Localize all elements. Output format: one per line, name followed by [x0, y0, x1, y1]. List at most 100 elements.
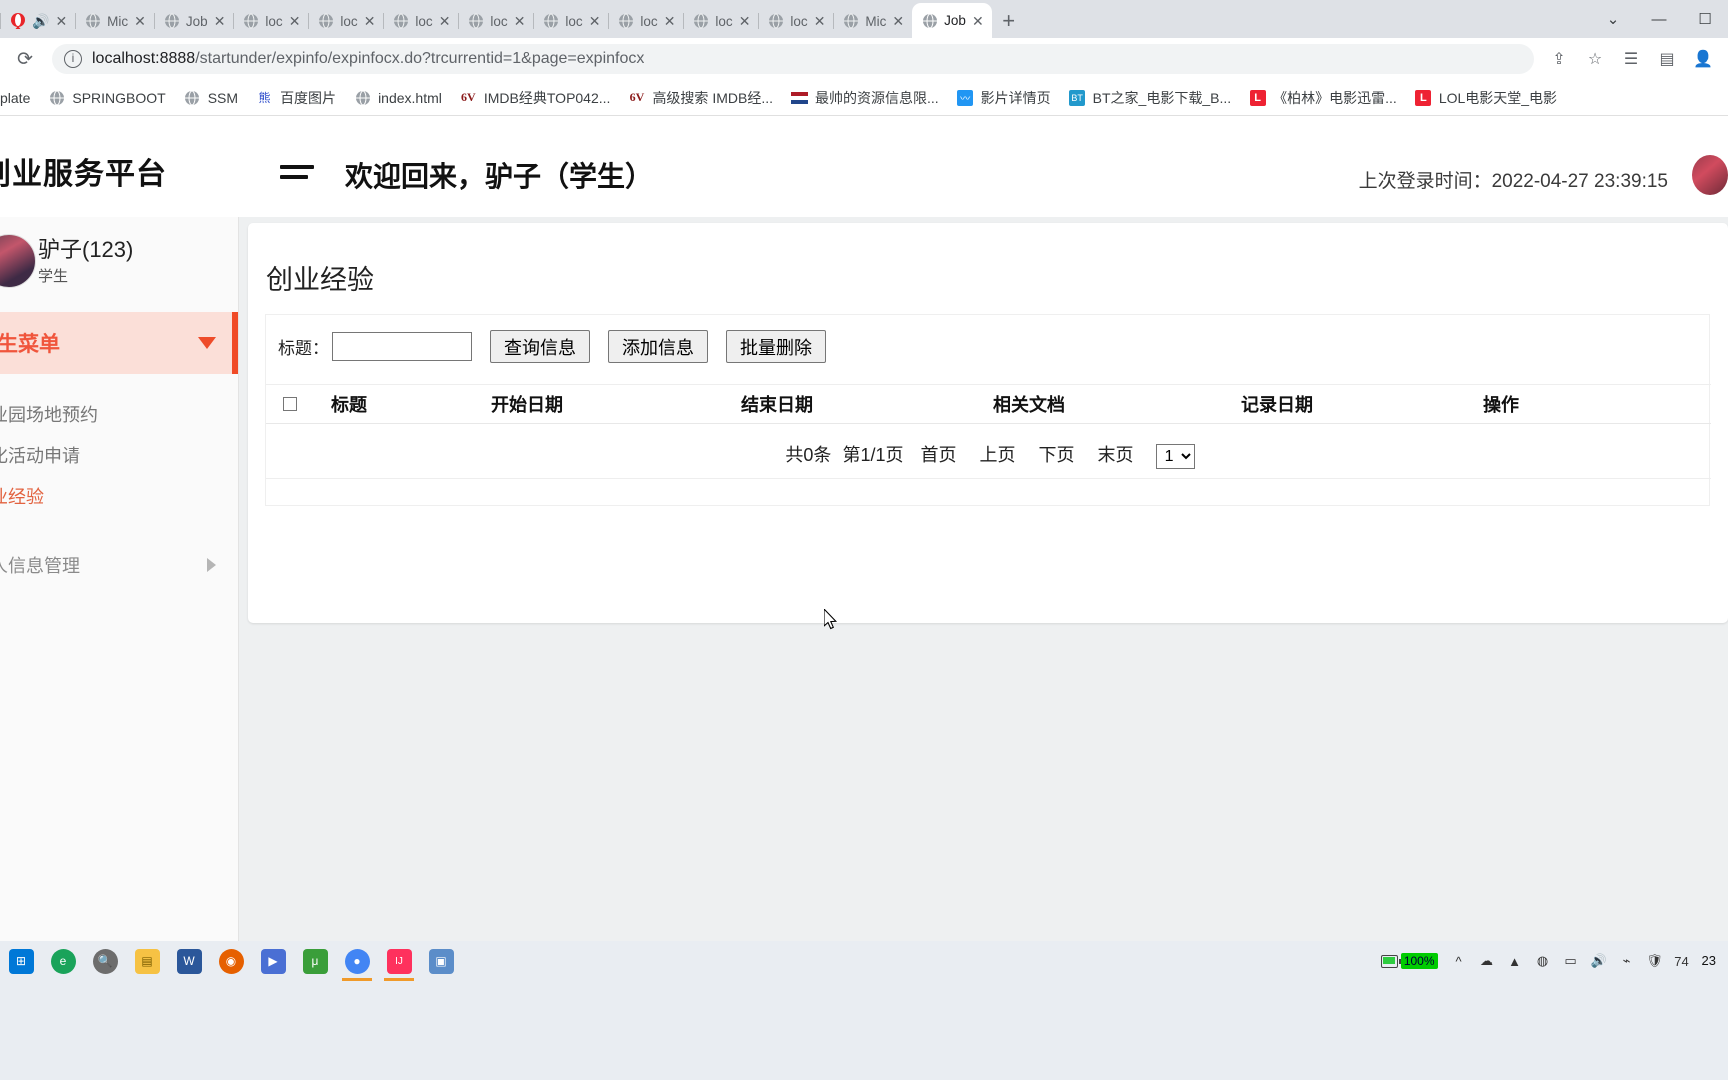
bookmark-springboot[interactable]: SPRINGBOOT — [39, 89, 174, 106]
chevron-down-icon[interactable]: ⌄ — [1590, 10, 1636, 28]
hamburger-menu-icon[interactable] — [280, 165, 314, 185]
batch-delete-button[interactable]: 批量删除 — [726, 330, 826, 363]
add-button[interactable]: 添加信息 — [608, 330, 708, 363]
start-button[interactable]: ⊞ — [0, 941, 42, 981]
share-icon[interactable]: ⇪ — [1542, 49, 1576, 69]
tab-close-icon[interactable]: ✕ — [55, 14, 67, 28]
firefox-icon[interactable]: ◉ — [210, 941, 252, 981]
header-avatar[interactable] — [1692, 155, 1728, 195]
bookmark-baidu-images[interactable]: 熊 百度图片 — [247, 88, 345, 108]
pagination-last[interactable]: 末页 — [1098, 445, 1134, 465]
tab-10[interactable]: loc ✕ — [758, 4, 833, 38]
tab-close-icon[interactable]: ✕ — [439, 14, 451, 28]
tab-12-active[interactable]: Job ✕ — [912, 3, 992, 38]
reload-icon[interactable]: ⟳ — [8, 48, 42, 71]
tab-mute-icon[interactable]: 🔊 — [32, 14, 49, 28]
tab-close-icon[interactable]: ✕ — [289, 14, 301, 28]
tab-8[interactable]: loc ✕ — [608, 4, 683, 38]
tab-label: Job — [185, 13, 208, 29]
word-icon[interactable]: W — [168, 941, 210, 981]
tab-close-icon[interactable]: ✕ — [664, 14, 676, 28]
maximize-button[interactable]: ☐ — [1682, 10, 1728, 28]
tab-close-icon[interactable]: ✕ — [364, 14, 376, 28]
tab-3[interactable]: loc ✕ — [233, 4, 308, 38]
pagination-next[interactable]: 下页 — [1039, 445, 1075, 465]
pagination-first[interactable]: 首页 — [921, 445, 957, 465]
battery-indicator[interactable]: 100% — [1380, 953, 1438, 969]
select-all-checkbox[interactable] — [283, 397, 297, 411]
tab-close-icon[interactable]: ✕ — [814, 14, 826, 28]
column-header-document[interactable]: 相关文档 — [980, 384, 1228, 424]
query-button[interactable]: 查询信息 — [490, 330, 590, 363]
bookmark-lol-movie-heaven[interactable]: L LOL电影天堂_电影 — [1406, 88, 1566, 108]
bookmark-ssm[interactable]: SSM — [175, 89, 247, 106]
tab-1[interactable]: Mic ✕ — [75, 4, 154, 38]
bookmark-bt-home[interactable]: BT BT之家_电影下载_B... — [1060, 88, 1240, 108]
tab-9[interactable]: loc ✕ — [683, 4, 758, 38]
media-player-icon[interactable]: ▶ — [252, 941, 294, 981]
minimize-button[interactable]: — — [1636, 11, 1682, 28]
column-header-action[interactable]: 操作 — [1470, 384, 1670, 424]
tab-7[interactable]: loc ✕ — [533, 4, 608, 38]
screen-icon[interactable]: ▭ — [1558, 953, 1584, 969]
bookmark-resource-info[interactable]: 最帅的资源信息限... — [782, 88, 948, 108]
page-size-select[interactable]: 1 — [1155, 443, 1195, 469]
bookmark-index-html[interactable]: index.html — [345, 89, 451, 106]
sidebar-item-startup-experience[interactable]: 创业经验 — [0, 475, 238, 516]
intellij-idea-icon[interactable]: IJ — [378, 941, 420, 981]
column-header-end-date[interactable]: 结束日期 — [728, 384, 980, 424]
bookmark-plate[interactable]: plate — [0, 90, 39, 106]
utorrent-icon[interactable]: μ — [294, 941, 336, 981]
tab-0[interactable]: 🔊 ✕ — [0, 4, 75, 38]
sidebar-item-venue-booking[interactable]: 创业园场地预约 — [0, 393, 238, 434]
tab-4[interactable]: loc ✕ — [308, 4, 383, 38]
address-bar[interactable]: i localhost:8888/startunder/expinfo/expi… — [52, 44, 1534, 74]
tab-close-icon[interactable]: ✕ — [739, 14, 751, 28]
column-header-start-date[interactable]: 开始日期 — [478, 384, 728, 424]
sidebar-menu-header[interactable]: 学生菜单 — [0, 312, 238, 374]
reading-list-icon[interactable]: ☰ — [1614, 49, 1648, 69]
bookmark-berlin-movie[interactable]: L 《柏林》电影迅雷... — [1240, 88, 1406, 108]
search-input[interactable] — [332, 332, 472, 361]
bookmark-advanced-search[interactable]: 6V 高级搜索 IMDB经... — [619, 88, 782, 108]
tab-5[interactable]: loc ✕ — [383, 4, 458, 38]
file-explorer-icon[interactable]: ▤ — [126, 941, 168, 981]
chrome-tray-icon[interactable]: ◍ — [1530, 953, 1556, 969]
tab-6[interactable]: loc ✕ — [458, 4, 533, 38]
edge-icon[interactable]: e — [42, 941, 84, 981]
chevron-up-icon[interactable]: ^ — [1446, 954, 1472, 969]
tab-close-icon[interactable]: ✕ — [972, 14, 984, 28]
sidebar-icon[interactable]: ▤ — [1650, 49, 1684, 69]
tab-2[interactable]: Job ✕ — [153, 4, 234, 38]
new-tab-button[interactable]: + — [992, 4, 1026, 38]
globe-icon — [354, 89, 371, 106]
dropbox-icon[interactable]: ▲ — [1502, 954, 1528, 969]
tab-close-icon[interactable]: ✕ — [214, 14, 226, 28]
pagination-total: 共0条 — [785, 445, 832, 465]
column-header-record-date[interactable]: 记录日期 — [1228, 384, 1470, 424]
chrome-icon[interactable]: ● — [336, 941, 378, 981]
tab-close-icon[interactable]: ✕ — [892, 14, 904, 28]
sidebar-group-personal-info[interactable]: 个人信息管理 — [0, 535, 238, 595]
tab-close-icon[interactable]: ✕ — [514, 14, 526, 28]
navicat-icon[interactable]: ▣ — [420, 941, 462, 981]
avatar[interactable] — [0, 234, 36, 288]
profile-icon[interactable]: 👤 — [1686, 49, 1720, 69]
clock[interactable]: 23 — [1696, 953, 1722, 969]
search-icon[interactable]: 🔍 — [84, 941, 126, 981]
tray-badge-number[interactable]: 74 — [1670, 954, 1694, 969]
volume-icon[interactable]: 🔊 — [1586, 953, 1612, 969]
bookmark-movie-detail[interactable]: 〰 影片详情页 — [948, 88, 1060, 108]
tab-11[interactable]: Mic ✕ — [833, 4, 912, 38]
bookmark-imdb-top042[interactable]: 6V IMDB经典TOP042... — [451, 88, 620, 108]
tab-close-icon[interactable]: ✕ — [589, 14, 601, 28]
bookmark-star-icon[interactable]: ☆ — [1578, 49, 1612, 69]
tab-close-icon[interactable]: ✕ — [134, 14, 146, 28]
site-info-icon[interactable]: i — [64, 50, 82, 68]
sidebar-item-incubation-activity[interactable]: 孵化活动申请 — [0, 434, 238, 475]
onedrive-icon[interactable]: ☁ — [1474, 953, 1500, 969]
shield-icon[interactable]: 🛡 — [1642, 953, 1668, 969]
column-header-title[interactable]: 标题 — [318, 384, 478, 424]
network-icon[interactable]: ⌁ — [1614, 953, 1640, 969]
pagination-prev[interactable]: 上页 — [980, 445, 1016, 465]
